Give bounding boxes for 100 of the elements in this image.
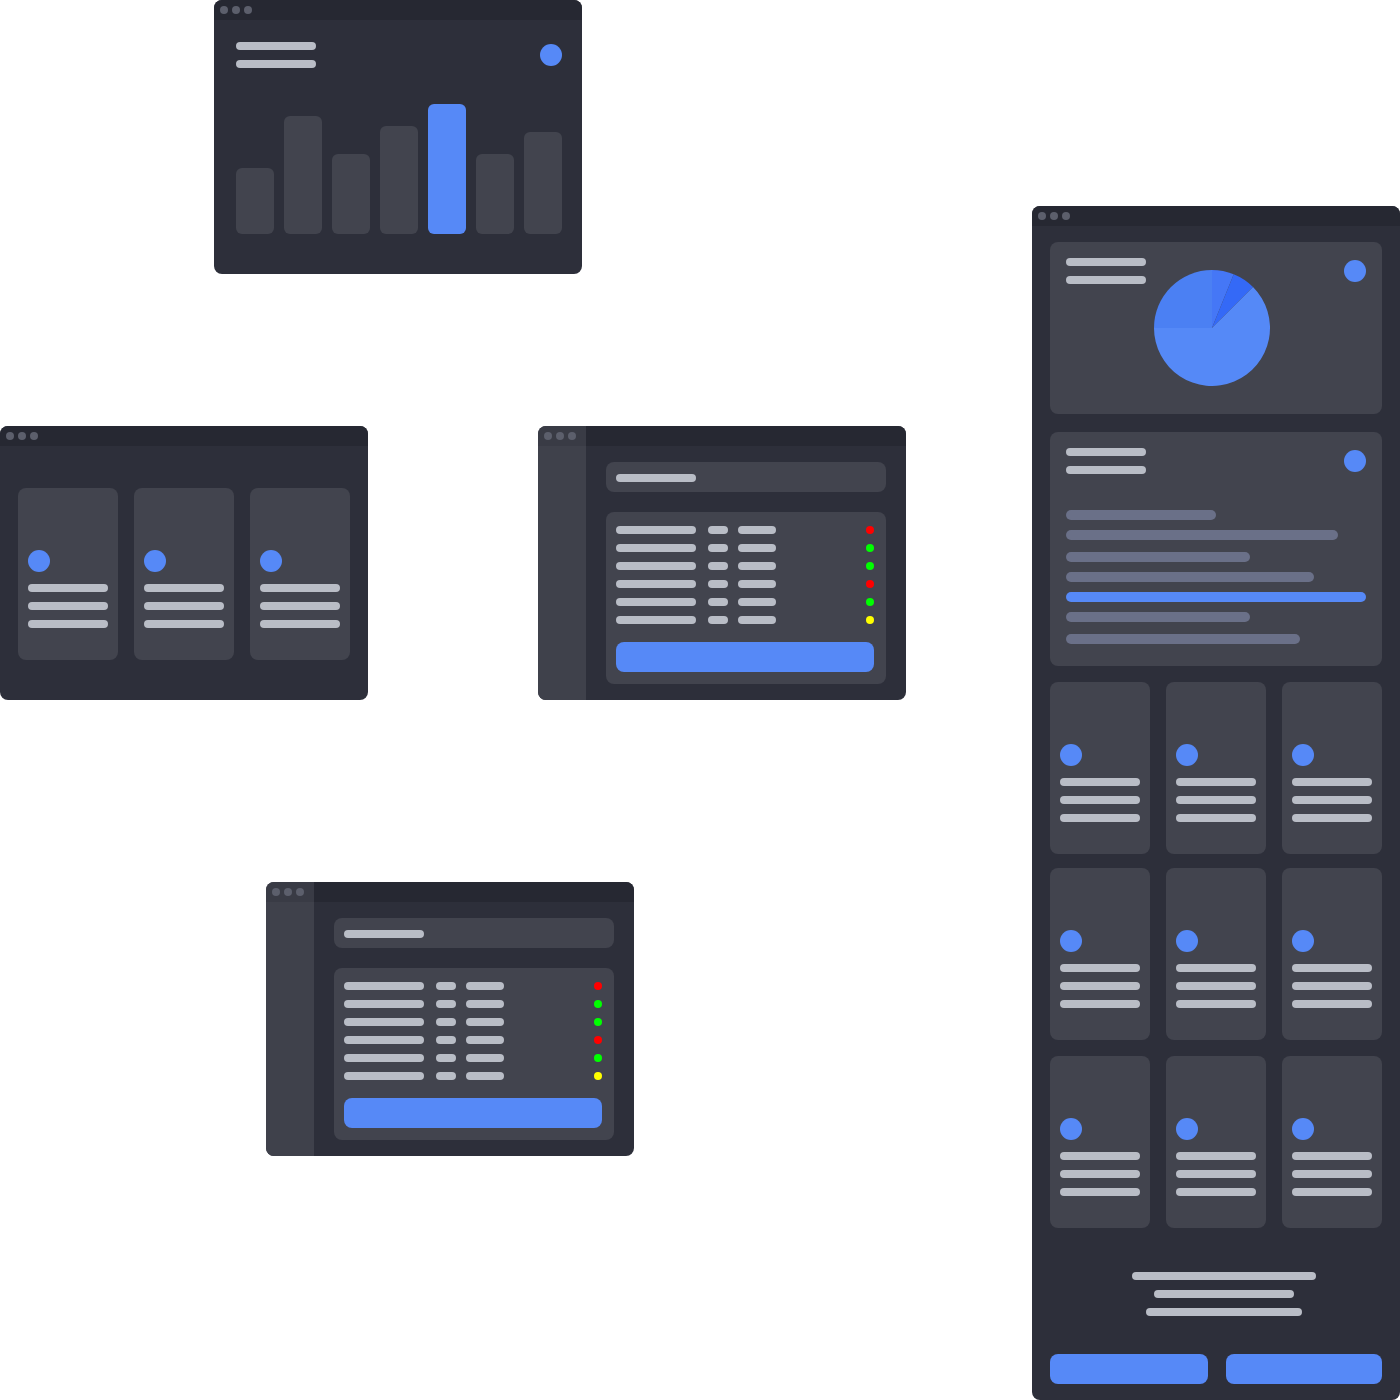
- skeleton-line: [738, 562, 776, 570]
- skeleton-line: [616, 544, 696, 552]
- skeleton-line: [436, 1018, 456, 1026]
- skeleton-line: [708, 598, 728, 606]
- skeleton-line: [1292, 1000, 1372, 1009]
- dot-icon: [1292, 743, 1314, 766]
- window-dot-icon[interactable]: [1062, 212, 1070, 220]
- skeleton-line: [1060, 982, 1140, 991]
- skeleton-line: [1060, 813, 1140, 822]
- skeleton-line: [738, 616, 776, 624]
- skeleton-line: [466, 1018, 504, 1026]
- search-field[interactable]: [606, 462, 886, 492]
- skeleton-line: [344, 982, 424, 990]
- skeleton-line: [1176, 1000, 1256, 1009]
- dot-icon: [1060, 743, 1082, 766]
- skeleton-line: [144, 620, 224, 628]
- skeleton-line: [708, 580, 728, 588]
- window-dot-icon[interactable]: [244, 6, 252, 14]
- dot-icon: [260, 550, 282, 572]
- dot-icon: [1060, 930, 1082, 953]
- action-button[interactable]: [1050, 1353, 1207, 1384]
- skeleton-line: [436, 982, 456, 990]
- dot-icon: [1176, 743, 1198, 766]
- skeleton-line: [466, 982, 504, 990]
- skeleton-line: [28, 584, 108, 592]
- window-dot-icon[interactable]: [296, 888, 304, 896]
- skeleton-line: [1060, 1151, 1140, 1160]
- window-dot-icon[interactable]: [232, 6, 240, 14]
- skeleton-line: [1176, 1151, 1256, 1160]
- skeleton-line: [616, 616, 696, 624]
- skeleton-line: [1176, 1169, 1256, 1178]
- skeleton-line: [1292, 795, 1372, 804]
- skeleton-line: [1060, 964, 1140, 973]
- dot-icon: [1344, 260, 1366, 282]
- skeleton-line: [1176, 777, 1256, 786]
- window-dot-icon[interactable]: [30, 432, 38, 440]
- skeleton-line: [738, 598, 776, 606]
- skeleton-line: [616, 598, 696, 606]
- skeleton-line: [708, 526, 728, 534]
- skeleton-line: [1066, 276, 1146, 284]
- window-dot-icon[interactable]: [18, 432, 26, 440]
- dot-icon: [1292, 1117, 1314, 1140]
- skeleton-line: [144, 584, 224, 592]
- skeleton-line: [1176, 964, 1256, 973]
- skeleton-line: [436, 1054, 456, 1062]
- window-dot-icon[interactable]: [544, 432, 552, 440]
- window-dot-icon[interactable]: [556, 432, 564, 440]
- skeleton-line: [1066, 258, 1146, 266]
- window-dot-icon[interactable]: [6, 432, 14, 440]
- skeleton-line: [1066, 448, 1146, 456]
- dot-icon: [540, 44, 562, 66]
- skeleton-line: [436, 1072, 456, 1080]
- skeleton-line: [1292, 1169, 1372, 1178]
- skeleton-line: [616, 562, 696, 570]
- skeleton-line: [344, 1036, 424, 1044]
- skeleton-line: [466, 1072, 504, 1080]
- skeleton-line: [1292, 964, 1372, 973]
- skeleton-line: [344, 1018, 424, 1026]
- skeleton-line: [236, 42, 316, 50]
- window-dot-icon[interactable]: [1050, 212, 1058, 220]
- skeleton-line: [436, 1036, 456, 1044]
- skeleton-line: [344, 1000, 424, 1008]
- skeleton-line: [1154, 1289, 1294, 1298]
- window-dot-icon[interactable]: [568, 432, 576, 440]
- skeleton-line: [466, 1000, 504, 1008]
- skeleton-line: [708, 616, 728, 624]
- skeleton-line: [1060, 1169, 1140, 1178]
- skeleton-line: [1292, 777, 1372, 786]
- skeleton-line: [1292, 1151, 1372, 1160]
- action-button[interactable]: [1225, 1353, 1382, 1384]
- search-field[interactable]: [334, 918, 614, 948]
- window-dot-icon[interactable]: [284, 888, 292, 896]
- skeleton-line: [616, 526, 696, 534]
- skeleton-line: [344, 929, 424, 937]
- skeleton-line: [28, 602, 108, 610]
- skeleton-line: [616, 580, 696, 588]
- window-dot-icon[interactable]: [1038, 212, 1046, 220]
- window-dot-icon[interactable]: [272, 888, 280, 896]
- skeleton-line: [236, 60, 316, 68]
- skeleton-line: [1176, 982, 1256, 991]
- skeleton-line: [1066, 466, 1146, 474]
- skeleton-line: [260, 620, 340, 628]
- skeleton-line: [1176, 813, 1256, 822]
- skeleton-line: [344, 1054, 424, 1062]
- skeleton-line: [436, 1000, 456, 1008]
- skeleton-line: [1060, 1187, 1140, 1196]
- skeleton-line: [1060, 795, 1140, 804]
- skeleton-line: [1176, 795, 1256, 804]
- window-dot-icon[interactable]: [220, 6, 228, 14]
- skeleton-line: [708, 562, 728, 570]
- skeleton-line: [344, 1072, 424, 1080]
- dot-icon: [1176, 1117, 1198, 1140]
- dot-icon: [1292, 930, 1314, 953]
- dot-icon: [1344, 450, 1366, 472]
- skeleton-line: [738, 526, 776, 534]
- skeleton-line: [144, 602, 224, 610]
- skeleton-line: [466, 1054, 504, 1062]
- skeleton-line: [1176, 1187, 1256, 1196]
- skeleton-line: [708, 544, 728, 552]
- skeleton-line: [1292, 982, 1372, 991]
